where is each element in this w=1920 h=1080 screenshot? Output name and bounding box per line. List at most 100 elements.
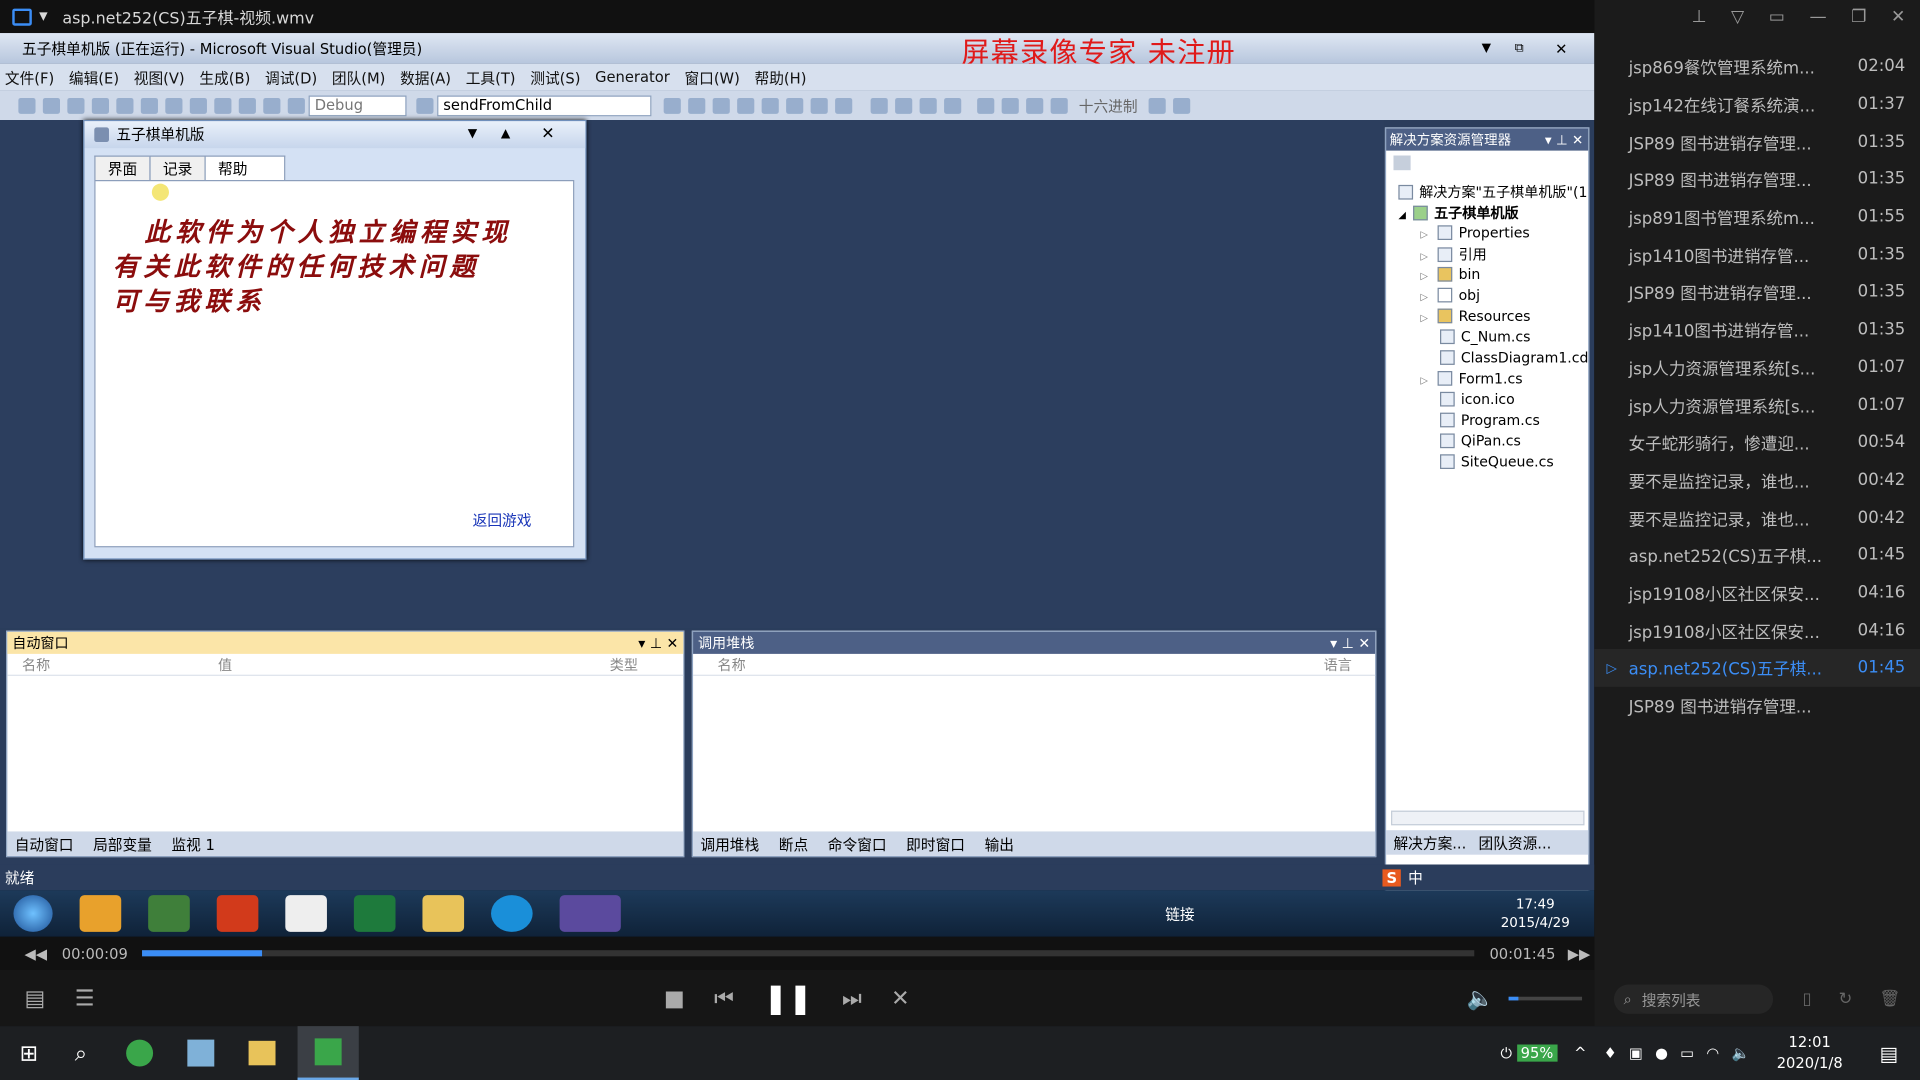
add-file-icon[interactable]: ▯ (1802, 989, 1811, 1009)
tree-item[interactable]: ▷ Resources (1420, 307, 1530, 328)
find-combo[interactable]: sendFromChild (437, 94, 652, 116)
pane-controls-icon[interactable]: ▾ ⊥ ✕ (638, 632, 678, 654)
tab-board[interactable]: 界面 (94, 155, 151, 181)
wechat-icon[interactable]: ● (1655, 1044, 1668, 1061)
tree-item[interactable]: ▷ 引用 (1420, 245, 1486, 266)
properties-toolbar-icon[interactable] (1393, 155, 1411, 171)
tab-output[interactable]: 输出 (985, 833, 1014, 854)
tool-icon[interactable] (712, 97, 730, 114)
settings-icon[interactable]: ☰ (75, 985, 95, 1011)
playlist-item[interactable]: JSP89 图书进销存管理... 01:35 (1594, 273, 1920, 311)
config-combo[interactable]: Debug (308, 94, 407, 116)
battery-percent[interactable]: 95% (1516, 1044, 1557, 1062)
start-icon[interactable] (287, 97, 305, 114)
playlist-toggle-icon[interactable]: ▤ (24, 985, 45, 1011)
tree-item[interactable]: SiteQueue.cs (1440, 453, 1554, 474)
file-explorer-icon[interactable] (248, 1040, 276, 1066)
tray-app-icon[interactable]: ♦ (1604, 1044, 1617, 1061)
tray-app-icon[interactable]: ▣ (1629, 1044, 1643, 1061)
playlist-item[interactable]: 要不是监控记录，谁也... 00:42 (1594, 499, 1920, 537)
ime-mode[interactable]: 中 (1408, 867, 1423, 888)
search-icon[interactable]: ⌕ (75, 1040, 87, 1066)
playlist-item[interactable]: 女子蛇形骑行，惨遭迎... 00:54 (1594, 424, 1920, 462)
playlist-item[interactable]: ▷ asp.net252(CS)五子棋... 01:45 (1594, 648, 1920, 687)
find-icon[interactable] (416, 97, 434, 114)
volume-icon[interactable]: 🔈 (1731, 1044, 1749, 1061)
redo-icon[interactable] (238, 97, 256, 114)
menu-build[interactable]: 生成(B) (194, 67, 250, 88)
win7-clock[interactable]: 17:49 2015/4/29 (1501, 895, 1570, 932)
minimize-icon[interactable]: ▼ (468, 121, 477, 148)
undo-icon[interactable] (214, 97, 232, 114)
menu-test[interactable]: 测试(S) (525, 67, 580, 88)
stop-icon[interactable] (919, 97, 937, 114)
pause-icon[interactable]: ❚❚ (763, 981, 812, 1015)
add-item-icon[interactable] (42, 97, 61, 114)
horizontal-scrollbar[interactable] (1391, 810, 1585, 826)
playlist-item[interactable]: JSP89 图书进销存管理... 01:35 (1594, 160, 1920, 198)
close-icon[interactable]: ✕ (1891, 7, 1905, 27)
tab-watch1[interactable]: 监视 1 (171, 833, 214, 854)
playlist-item[interactable]: jsp891图书管理系统m... 01:55 (1594, 198, 1920, 236)
tool-icon[interactable] (810, 97, 828, 114)
menu-data[interactable]: 数据(A) (395, 67, 451, 88)
delete-icon[interactable]: 🗑 (1879, 989, 1900, 1009)
tab-locals[interactable]: 局部变量 (93, 833, 152, 854)
app-icon[interactable] (148, 895, 190, 932)
tree-item[interactable]: C_Num.cs (1440, 328, 1530, 349)
video-player-icon[interactable] (297, 1026, 360, 1080)
tree-item[interactable]: ▷ obj (1420, 287, 1480, 308)
step-icon[interactable] (1026, 97, 1044, 114)
maximize-icon[interactable]: ❐ (1851, 7, 1866, 27)
step-icon[interactable] (1001, 97, 1019, 114)
menu-edit[interactable]: 编辑(E) (64, 67, 119, 88)
menu-window[interactable]: 窗口(W) (680, 67, 739, 88)
search-box[interactable]: ⌕ 搜索列表 (1613, 984, 1774, 1014)
tool-icon[interactable] (835, 97, 853, 114)
ime-icon[interactable]: S (1382, 868, 1401, 886)
pin-icon[interactable]: ⊥ (1692, 7, 1707, 27)
playlist-item[interactable]: JSP89 图书进销存管理... 01:35 (1594, 123, 1920, 161)
tab-command[interactable]: 命令窗口 (828, 833, 887, 854)
project-node[interactable]: ◢ 五子棋单机版 (1398, 203, 1518, 224)
playlist-item[interactable]: asp.net252(CS)五子棋... 01:45 (1594, 536, 1920, 574)
navigate-icon[interactable] (263, 97, 281, 114)
restart-icon[interactable] (944, 97, 962, 114)
volume-slider[interactable] (1508, 996, 1583, 1000)
vs-restore-button[interactable]: ⧉ (1515, 42, 1524, 55)
dropdown-icon[interactable]: ▼ (39, 10, 47, 22)
tree-item[interactable]: Program.cs (1440, 411, 1540, 432)
tool-icon[interactable] (786, 97, 804, 114)
menu-generator[interactable]: Generator (590, 69, 670, 86)
next-icon[interactable]: ⏭ (842, 985, 862, 1011)
tab-solution-explorer[interactable]: 解决方案... (1393, 832, 1466, 853)
hex-toggle[interactable]: 十六进制 (1079, 95, 1138, 116)
playlist-item[interactable]: 要不是监控记录，谁也... 00:42 (1594, 461, 1920, 499)
stop-icon[interactable]: ■ (664, 985, 685, 1011)
save-icon[interactable] (91, 97, 109, 114)
solution-root[interactable]: 解决方案"五子棋单机版"(1 (1398, 182, 1587, 203)
save-all-icon[interactable] (116, 97, 134, 114)
tab-help[interactable]: 帮助 (204, 155, 286, 181)
minimize-icon[interactable]: — (1809, 7, 1826, 27)
vs-close-button[interactable]: ✕ (1555, 40, 1567, 57)
battery-icon[interactable]: ▭ (1680, 1044, 1694, 1061)
tree-item[interactable]: QiPan.cs (1440, 432, 1521, 453)
playlist-item[interactable]: jsp142在线订餐系统演... 01:37 (1594, 85, 1920, 123)
back-to-game-link[interactable]: 返回游戏 (473, 509, 532, 530)
tree-item[interactable]: ▷ bin (1420, 266, 1480, 287)
win7-start-icon[interactable] (13, 895, 53, 932)
seek-bar[interactable] (142, 950, 1475, 957)
playlist-item[interactable]: jsp人力资源管理系统[s... 01:07 (1594, 348, 1920, 386)
win10-clock[interactable]: 12:01 2020/1/8 (1777, 1032, 1843, 1074)
mini-mode-icon[interactable]: ▭ (1769, 7, 1785, 27)
browser-icon[interactable] (79, 895, 122, 932)
playlist-item[interactable]: JSP89 图书进销存管理... (1594, 687, 1920, 725)
menu-team[interactable]: 团队(M) (327, 67, 386, 88)
tab-breakpoints[interactable]: 断点 (779, 833, 808, 854)
pane-controls-icon[interactable]: ▾ ⊥ ✕ (1330, 632, 1370, 654)
windows-start-icon[interactable]: ⊞ (20, 1040, 38, 1066)
tree-item[interactable]: ▷ Properties (1420, 224, 1529, 245)
tool-icon[interactable] (737, 97, 755, 114)
paste-icon[interactable] (189, 97, 207, 114)
